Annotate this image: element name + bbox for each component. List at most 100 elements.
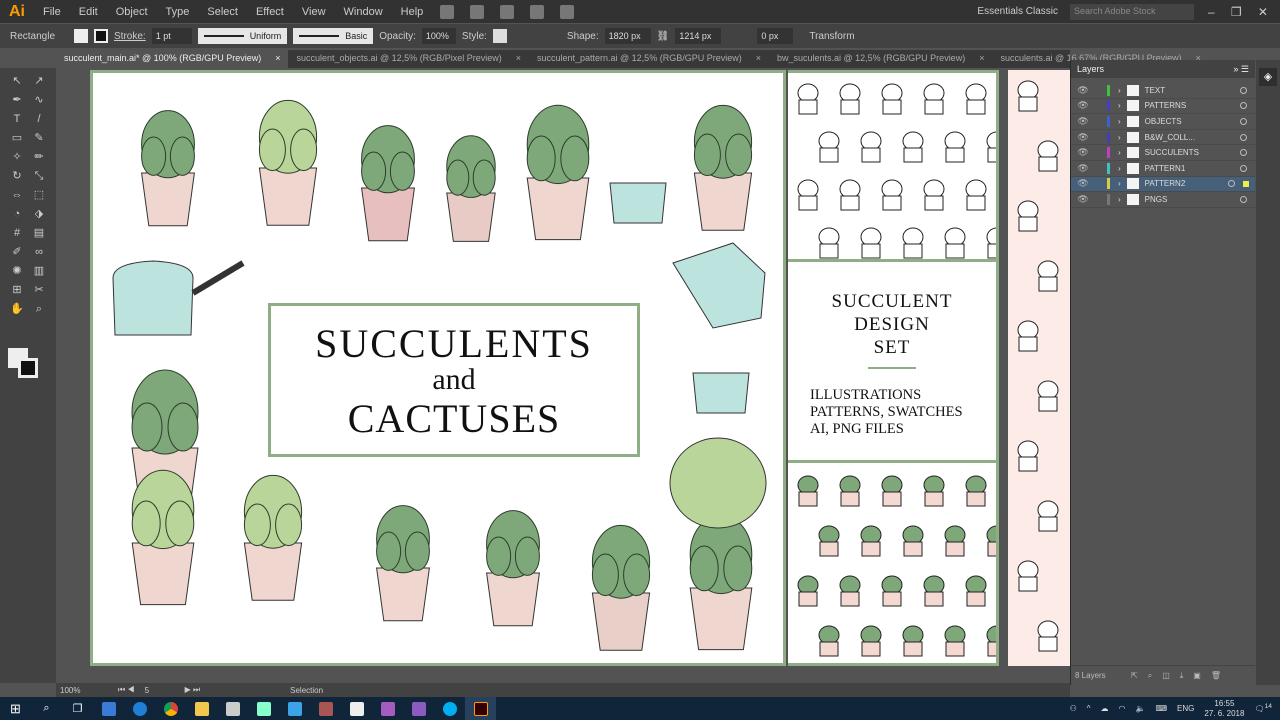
visibility-eye-icon[interactable]: 👁 (1071, 116, 1095, 127)
mesh-tool-icon[interactable]: # (10, 226, 24, 240)
corner-radius-input[interactable]: 0 px (757, 28, 794, 44)
tab-close-icon[interactable]: × (979, 53, 984, 65)
layer-row[interactable]: 👁 › B&W_COLL... (1071, 130, 1255, 146)
illustrator-taskbar-icon[interactable] (465, 697, 496, 720)
layer-row[interactable]: 👁 › OBJECTS (1071, 114, 1255, 130)
tab-close-icon[interactable]: × (275, 53, 280, 65)
minimize-icon[interactable]: – (1208, 5, 1215, 19)
target-icon[interactable] (1240, 195, 1247, 203)
volume-icon[interactable]: 🔈 (1136, 704, 1146, 713)
target-icon[interactable] (1228, 180, 1235, 188)
new-sublayer-icon[interactable]: ⤓ (1180, 671, 1184, 681)
visibility-eye-icon[interactable]: 👁 (1071, 100, 1095, 111)
shape-builder-tool-icon[interactable]: ◔ (10, 207, 24, 221)
paintbrush-tool-icon[interactable]: ✎ (32, 131, 46, 145)
stroke-weight-input[interactable]: 1 pt (151, 28, 192, 44)
pen-tool-icon[interactable]: ✒ (10, 93, 24, 107)
menu-file[interactable]: File (34, 6, 70, 18)
language-indicator[interactable]: ENG (1177, 704, 1194, 713)
menu-select[interactable]: Select (198, 6, 247, 18)
notes-app-icon[interactable] (248, 697, 279, 720)
curvature-tool-icon[interactable]: ∿ (32, 93, 46, 107)
rectangle-tool-icon[interactable]: ▭ (10, 131, 24, 145)
fill-swatch[interactable] (74, 29, 88, 43)
visibility-eye-icon[interactable]: 👁 (1071, 132, 1095, 143)
document-tab[interactable]: bw_suculents.ai @ 12,5% (RGB/GPU Preview… (769, 50, 992, 68)
edge-icon[interactable] (124, 697, 155, 720)
restore-icon[interactable]: ❐ (1231, 5, 1242, 19)
visibility-eye-icon[interactable]: 👁 (1071, 163, 1095, 174)
expand-chevron-icon[interactable]: › (1118, 117, 1121, 126)
width-tool-icon[interactable]: ⇔ (10, 188, 24, 202)
document-tab[interactable]: succulent_main.ai* @ 100% (RGB/GPU Previ… (56, 50, 289, 68)
width-input[interactable]: 1820 px (604, 28, 651, 44)
selection-tool-icon[interactable]: ↖ (10, 74, 24, 88)
tab-close-icon[interactable]: × (756, 53, 761, 65)
artboard-side[interactable]: SUCCULENT DESIGN SET ILLUSTRATIONS PATTERNS… (788, 70, 999, 666)
visibility-eye-icon[interactable]: 👁 (1071, 147, 1095, 158)
expand-chevron-icon[interactable]: › (1118, 86, 1121, 95)
menu-object[interactable]: Object (107, 6, 157, 18)
scale-tool-icon[interactable]: ⤡ (32, 169, 46, 183)
link-icon[interactable]: ⛓ (657, 31, 670, 42)
shaper-tool-icon[interactable]: ✧ (10, 150, 24, 164)
expand-chevron-icon[interactable]: › (1118, 195, 1121, 204)
menu-view[interactable]: View (293, 6, 335, 18)
bridge-icon[interactable] (440, 4, 455, 19)
transform-button[interactable]: Transform (809, 31, 854, 42)
free-transform-tool-icon[interactable]: ⬚ (32, 188, 46, 202)
workspace-switcher[interactable]: Essentials Classic (977, 6, 1058, 17)
stroke-swatch[interactable] (94, 29, 108, 43)
clock[interactable]: 16:55 27. 6. 2018 (1204, 699, 1244, 719)
artboard-partial[interactable] (1008, 70, 1070, 666)
layer-row[interactable]: 👁 › PNGS (1071, 192, 1255, 208)
target-icon[interactable] (1240, 102, 1247, 110)
height-input[interactable]: 1214 px (675, 28, 722, 44)
paint-app-icon[interactable] (372, 697, 403, 720)
target-icon[interactable] (1240, 117, 1247, 125)
camera-app-icon[interactable] (310, 697, 341, 720)
stock-search-input[interactable]: Search Adobe Stock (1070, 3, 1194, 20)
direct-selection-tool-icon[interactable]: ↗ (32, 74, 46, 88)
visibility-eye-icon[interactable]: 👁 (1071, 85, 1095, 96)
hand-tool-icon[interactable]: ✋ (10, 302, 24, 316)
menu-effect[interactable]: Effect (247, 6, 293, 18)
layer-row[interactable]: 👁 › PATTERN1 (1071, 161, 1255, 177)
pencil-tool-icon[interactable]: ✏ (32, 150, 46, 164)
zoom-tool-icon[interactable]: ⌕ (32, 302, 46, 316)
network-icon[interactable]: ◠ (1119, 704, 1126, 713)
visibility-eye-icon[interactable]: 👁 (1071, 178, 1095, 189)
gpu-performance-icon[interactable] (530, 4, 545, 19)
expand-chevron-icon[interactable]: › (1118, 101, 1121, 110)
menu-edit[interactable]: Edit (70, 6, 107, 18)
tab-close-icon[interactable]: × (516, 53, 521, 65)
layer-row[interactable]: 👁 › PATTERNS (1071, 99, 1255, 115)
snipping-tool-icon[interactable] (217, 697, 248, 720)
rotate-tool-icon[interactable]: ↻ (10, 169, 24, 183)
calculator-icon[interactable] (341, 697, 372, 720)
expand-chevron-icon[interactable]: › (1118, 148, 1121, 157)
skype-icon[interactable] (434, 697, 465, 720)
keyboard-icon[interactable]: ⌨ (1156, 704, 1168, 713)
layer-row[interactable]: 👁 › SUCCULENTS (1071, 145, 1255, 161)
target-icon[interactable] (1240, 149, 1247, 157)
layer-row[interactable]: 👁 › PATTERN2 (1071, 176, 1255, 193)
blend-tool-icon[interactable]: ∞ (32, 245, 46, 259)
artboard-tool-icon[interactable]: ⊞ (10, 283, 24, 297)
fill-stroke-swatches[interactable] (8, 348, 38, 378)
stock-icon[interactable] (470, 4, 485, 19)
onedrive-icon[interactable]: ☁ (1101, 704, 1109, 713)
line-tool-icon[interactable]: / (32, 112, 46, 126)
document-tab[interactable]: succulent_objects.ai @ 12,5% (RGB/Pixel … (288, 50, 529, 68)
task-view-icon[interactable]: ❐ (62, 697, 93, 720)
photo-app-icon[interactable] (403, 697, 434, 720)
locate-object-icon[interactable]: ⌕ (1148, 671, 1152, 681)
brush-definition[interactable]: Basic (293, 28, 374, 44)
layers-panel-icon[interactable]: ◈ (1259, 68, 1277, 86)
menu-help[interactable]: Help (392, 6, 433, 18)
visibility-eye-icon[interactable]: 👁 (1071, 194, 1095, 205)
eyedropper-tool-icon[interactable]: ✐ (10, 245, 24, 259)
file-explorer-icon[interactable] (186, 697, 217, 720)
new-layer-icon[interactable]: ▣ (1193, 671, 1201, 680)
start-icon[interactable]: ⊞ (0, 697, 31, 720)
